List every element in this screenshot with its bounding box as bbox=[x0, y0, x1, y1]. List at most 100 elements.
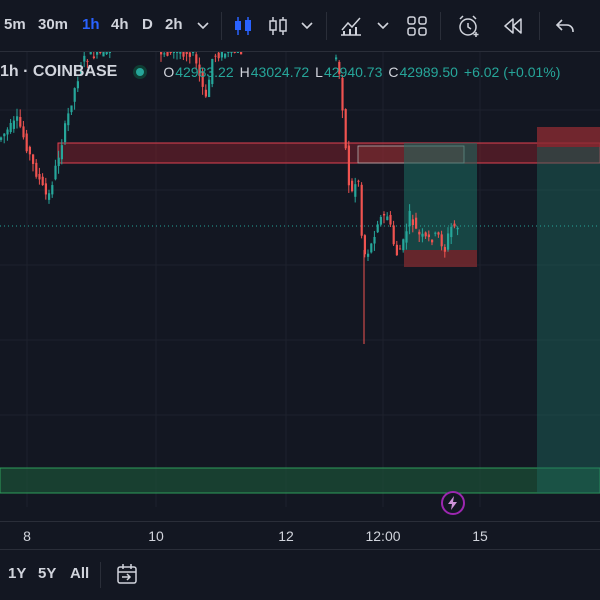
lightning-icon[interactable] bbox=[441, 491, 465, 515]
indicators-icon[interactable] bbox=[338, 12, 364, 40]
bottom-toolbar: 1Y 5Y All bbox=[0, 549, 600, 600]
top-toolbar: 5m 30m 1h 4h D 2h bbox=[0, 0, 600, 52]
timeframe-d[interactable]: D bbox=[142, 16, 153, 33]
position-target-zone[interactable] bbox=[404, 143, 477, 250]
market-status-icon[interactable] bbox=[133, 65, 148, 79]
candle-body bbox=[3, 133, 6, 137]
high-label: H bbox=[239, 64, 250, 80]
candle-body bbox=[411, 219, 414, 226]
supply-zone[interactable] bbox=[57, 142, 600, 164]
position-target-zone-right[interactable] bbox=[537, 147, 600, 493]
chevron-down-icon[interactable] bbox=[376, 12, 390, 40]
candle-body bbox=[389, 214, 392, 225]
candle-body bbox=[160, 52, 163, 55]
candle-body bbox=[32, 154, 35, 164]
candle-body bbox=[344, 109, 347, 149]
candle-body bbox=[166, 52, 169, 56]
candle-body bbox=[443, 247, 446, 252]
candles-icon[interactable] bbox=[230, 12, 256, 40]
range-1y[interactable]: 1Y bbox=[8, 565, 26, 582]
candles-outline-icon[interactable] bbox=[265, 12, 291, 40]
candle-body bbox=[351, 180, 354, 192]
candle-body bbox=[453, 223, 456, 227]
candle-body bbox=[185, 52, 188, 55]
layout-grid-icon[interactable] bbox=[404, 12, 430, 40]
candle-body bbox=[192, 52, 195, 53]
timeframe-5m[interactable]: 5m bbox=[4, 16, 26, 33]
chevron-down-icon[interactable] bbox=[196, 12, 210, 40]
candle-body bbox=[383, 214, 386, 216]
goto-date-icon[interactable] bbox=[114, 560, 140, 588]
candle-body bbox=[70, 105, 73, 113]
toolbar-separator bbox=[326, 12, 327, 40]
high-value: 43024.72 bbox=[250, 64, 310, 80]
candle-body bbox=[379, 216, 382, 225]
undo-icon[interactable] bbox=[552, 12, 578, 40]
time-axis-label: 10 bbox=[148, 528, 164, 544]
position-stop-zone-right[interactable] bbox=[537, 127, 600, 147]
toolbar-separator bbox=[221, 12, 222, 40]
alert-clock-icon[interactable] bbox=[456, 12, 482, 40]
chevron-down-icon[interactable] bbox=[300, 12, 314, 40]
candle-body bbox=[421, 233, 424, 237]
range-5y[interactable]: 5Y bbox=[38, 565, 56, 582]
candle-body bbox=[48, 193, 51, 200]
candle-body bbox=[376, 224, 379, 233]
open-value: 42983.22 bbox=[175, 64, 234, 80]
candle-body bbox=[434, 232, 437, 234]
candle-body bbox=[25, 133, 28, 152]
price-chart[interactable] bbox=[0, 52, 600, 507]
time-axis[interactable]: 8 10 12 12:00 15 bbox=[0, 521, 600, 549]
range-all[interactable]: All bbox=[70, 565, 89, 582]
candle-body bbox=[169, 52, 172, 53]
candle-body bbox=[427, 234, 430, 238]
change-value: +6.02 (+0.01%) bbox=[463, 64, 561, 80]
candle-body bbox=[217, 52, 220, 59]
time-axis-label: 12:00 bbox=[365, 528, 401, 544]
candle-body bbox=[83, 55, 86, 62]
candle-body bbox=[402, 239, 405, 251]
chart-canvas[interactable] bbox=[0, 52, 600, 507]
candle-body bbox=[182, 52, 185, 57]
candle-body bbox=[240, 52, 243, 55]
low-label: L bbox=[315, 64, 323, 80]
chart-grid bbox=[0, 52, 600, 507]
candle-body bbox=[447, 233, 450, 250]
candle-body bbox=[54, 165, 57, 180]
candle-body bbox=[456, 227, 459, 230]
candle-body bbox=[16, 116, 19, 121]
position-stop-zone[interactable] bbox=[404, 250, 477, 267]
timeframe-2h[interactable]: 2h bbox=[165, 16, 183, 33]
candle-body bbox=[236, 52, 239, 53]
candle-body bbox=[227, 52, 230, 54]
candle-body bbox=[224, 53, 227, 58]
candle-body bbox=[172, 52, 175, 53]
candle-body bbox=[440, 234, 443, 247]
candle-body bbox=[19, 117, 22, 127]
candle-body bbox=[0, 137, 3, 140]
replay-icon[interactable] bbox=[500, 12, 526, 40]
candle-body bbox=[208, 79, 211, 98]
candle-body bbox=[395, 244, 398, 256]
candle-body bbox=[28, 146, 31, 155]
symbol-label[interactable]: 1h · COINBASE bbox=[0, 63, 117, 81]
candle-body bbox=[73, 88, 76, 102]
candle-body bbox=[22, 126, 25, 138]
candle-body bbox=[38, 173, 41, 180]
candle-body bbox=[230, 52, 233, 53]
candle-body bbox=[44, 183, 47, 195]
candle-body bbox=[392, 225, 395, 245]
time-axis-label: 8 bbox=[23, 528, 31, 544]
candle-body bbox=[437, 232, 440, 235]
open-label: O bbox=[163, 64, 175, 80]
demand-zone[interactable] bbox=[0, 467, 600, 494]
candle-body bbox=[418, 231, 421, 235]
candle-body bbox=[450, 226, 453, 238]
candle-body bbox=[108, 52, 111, 53]
timeframe-30m[interactable]: 30m bbox=[38, 16, 68, 33]
candle-body bbox=[431, 239, 434, 243]
timeframe-4h[interactable]: 4h bbox=[111, 16, 129, 33]
candlestick-series[interactable] bbox=[0, 52, 459, 344]
candle-body bbox=[176, 52, 179, 53]
timeframe-1h[interactable]: 1h bbox=[82, 16, 100, 33]
